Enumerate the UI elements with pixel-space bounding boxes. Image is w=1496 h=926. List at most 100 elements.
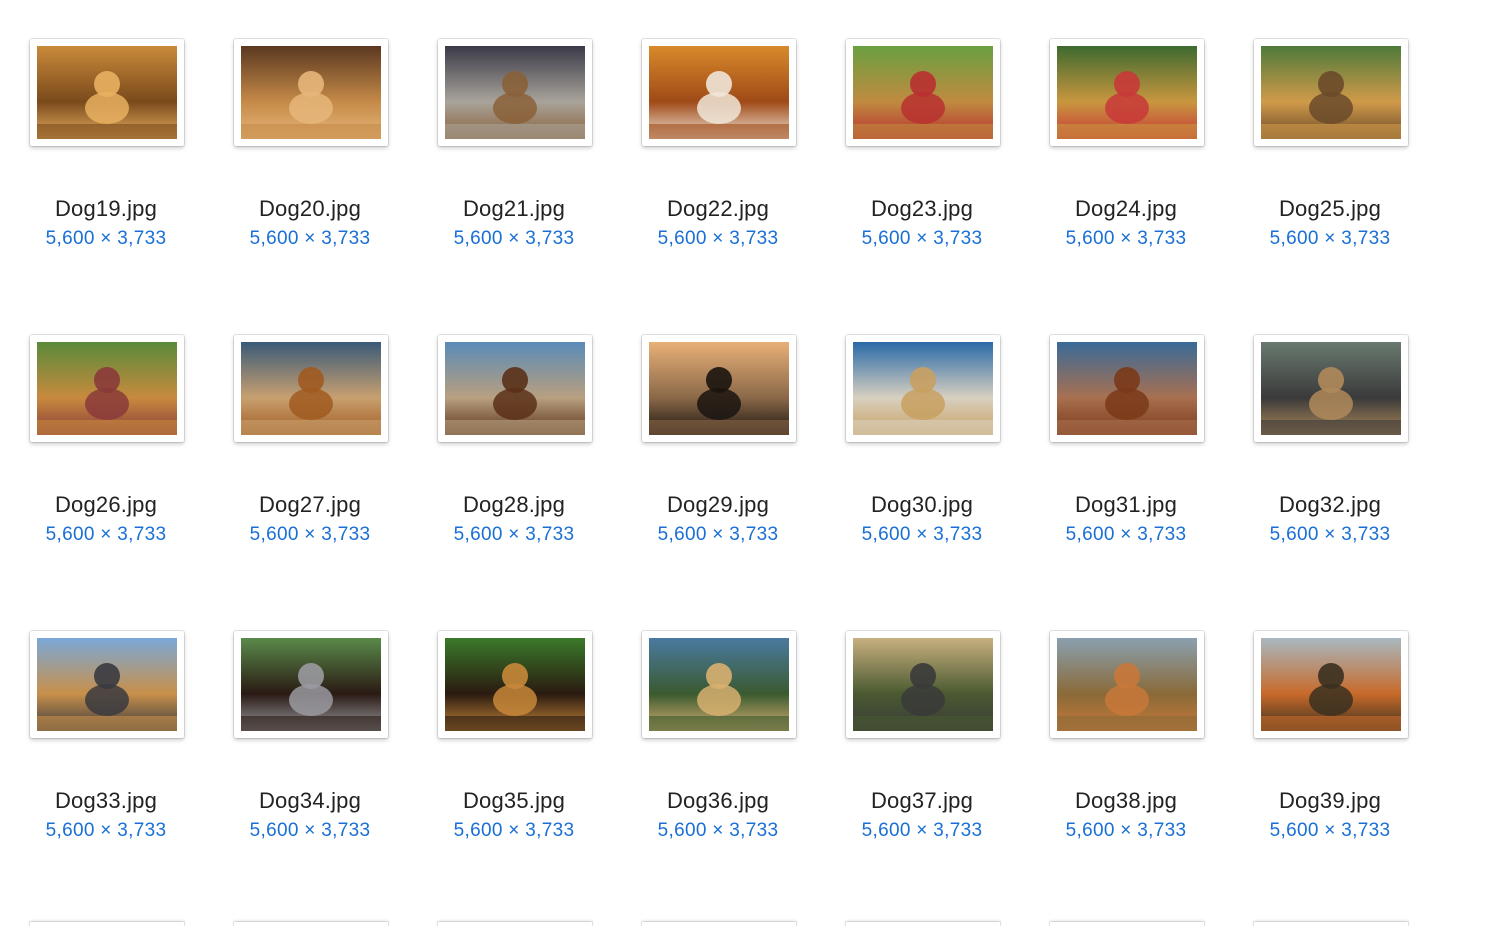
image-thumbnail[interactable] [1254, 631, 1408, 738]
image-thumbnail-icon [853, 342, 993, 435]
file-item[interactable]: Dog23.jpg 5,600 × 3,733 [817, 0, 1021, 296]
file-item[interactable]: Dog28.jpg 5,600 × 3,733 [409, 296, 613, 592]
file-item[interactable]: Dog35.jpg 5,600 × 3,733 [409, 592, 613, 888]
image-dimensions-label: 5,600 × 3,733 [1269, 228, 1391, 249]
file-item[interactable]: Dog32.jpg 5,600 × 3,733 [1225, 296, 1429, 592]
image-dimensions-label: 5,600 × 3,733 [861, 524, 983, 545]
image-thumbnail[interactable] [642, 39, 796, 146]
file-item[interactable]: Dog31.jpg 5,600 × 3,733 [1021, 296, 1225, 592]
image-thumbnail-icon [649, 342, 789, 435]
file-name-label[interactable]: Dog23.jpg [817, 196, 1027, 222]
image-thumbnail-partial[interactable] [846, 922, 1000, 926]
image-dimensions-label: 5,600 × 3,733 [1065, 820, 1187, 841]
image-thumbnail[interactable] [846, 335, 1000, 442]
image-thumbnail-icon [1261, 46, 1401, 139]
file-item[interactable]: Dog21.jpg 5,600 × 3,733 [409, 0, 613, 296]
file-name-label[interactable]: Dog38.jpg [1021, 788, 1231, 814]
image-thumbnail[interactable] [1050, 335, 1204, 442]
image-thumbnail-icon [37, 638, 177, 731]
image-thumbnail-icon [445, 638, 585, 731]
image-thumbnail[interactable] [1254, 335, 1408, 442]
image-thumbnail[interactable] [438, 335, 592, 442]
file-name-label[interactable]: Dog22.jpg [613, 196, 823, 222]
file-name-label[interactable]: Dog39.jpg [1225, 788, 1435, 814]
image-thumbnail-partial[interactable] [1050, 922, 1204, 926]
image-thumbnail[interactable] [234, 335, 388, 442]
file-name-label[interactable]: Dog21.jpg [409, 196, 619, 222]
file-item[interactable]: Dog25.jpg 5,600 × 3,733 [1225, 0, 1429, 296]
image-thumbnail[interactable] [234, 39, 388, 146]
image-dimensions-label: 5,600 × 3,733 [1065, 228, 1187, 249]
image-dimensions-label: 5,600 × 3,733 [657, 228, 779, 249]
file-icon-grid: Dog19.jpg 5,600 × 3,733 Dog20.jpg 5,600 × 3… [0, 0, 1496, 926]
image-thumbnail-partial[interactable] [1254, 922, 1408, 926]
image-thumbnail-icon [1057, 638, 1197, 731]
file-name-label[interactable]: Dog30.jpg [817, 492, 1027, 518]
image-thumbnail[interactable] [846, 631, 1000, 738]
image-dimensions-label: 5,600 × 3,733 [453, 228, 575, 249]
image-dimensions-label: 5,600 × 3,733 [45, 524, 167, 545]
file-item[interactable]: Dog26.jpg 5,600 × 3,733 [1, 296, 205, 592]
image-thumbnail-icon [37, 342, 177, 435]
file-item[interactable]: Dog39.jpg 5,600 × 3,733 [1225, 592, 1429, 888]
image-thumbnail[interactable] [30, 335, 184, 442]
file-name-label[interactable]: Dog35.jpg [409, 788, 619, 814]
file-item[interactable]: Dog29.jpg 5,600 × 3,733 [613, 296, 817, 592]
file-item[interactable]: Dog37.jpg 5,600 × 3,733 [817, 592, 1021, 888]
image-dimensions-label: 5,600 × 3,733 [1269, 820, 1391, 841]
image-thumbnail[interactable] [30, 631, 184, 738]
file-name-label[interactable]: Dog34.jpg [205, 788, 415, 814]
file-name-label[interactable]: Dog25.jpg [1225, 196, 1435, 222]
image-dimensions-label: 5,600 × 3,733 [45, 820, 167, 841]
file-name-label[interactable]: Dog33.jpg [1, 788, 211, 814]
file-item[interactable]: Dog27.jpg 5,600 × 3,733 [205, 296, 409, 592]
image-thumbnail-icon [853, 638, 993, 731]
file-item[interactable]: Dog30.jpg 5,600 × 3,733 [817, 296, 1021, 592]
file-name-label[interactable]: Dog36.jpg [613, 788, 823, 814]
image-dimensions-label: 5,600 × 3,733 [861, 820, 983, 841]
file-name-label[interactable]: Dog20.jpg [205, 196, 415, 222]
image-thumbnail[interactable] [438, 39, 592, 146]
image-thumbnail-partial[interactable] [438, 922, 592, 926]
image-thumbnail-partial[interactable] [234, 922, 388, 926]
file-item[interactable]: Dog34.jpg 5,600 × 3,733 [205, 592, 409, 888]
file-item[interactable]: Dog22.jpg 5,600 × 3,733 [613, 0, 817, 296]
image-thumbnail[interactable] [642, 631, 796, 738]
image-thumbnail[interactable] [30, 39, 184, 146]
file-item[interactable]: Dog38.jpg 5,600 × 3,733 [1021, 592, 1225, 888]
file-name-label[interactable]: Dog32.jpg [1225, 492, 1435, 518]
image-thumbnail[interactable] [234, 631, 388, 738]
image-thumbnail[interactable] [642, 335, 796, 442]
image-thumbnail-icon [445, 342, 585, 435]
image-dimensions-label: 5,600 × 3,733 [657, 820, 779, 841]
file-item[interactable]: Dog36.jpg 5,600 × 3,733 [613, 592, 817, 888]
image-thumbnail[interactable] [438, 631, 592, 738]
file-item[interactable]: Dog19.jpg 5,600 × 3,733 [1, 0, 205, 296]
file-name-label[interactable]: Dog28.jpg [409, 492, 619, 518]
file-name-label[interactable]: Dog37.jpg [817, 788, 1027, 814]
image-dimensions-label: 5,600 × 3,733 [1065, 524, 1187, 545]
image-dimensions-label: 5,600 × 3,733 [453, 820, 575, 841]
file-item[interactable]: Dog20.jpg 5,600 × 3,733 [205, 0, 409, 296]
image-thumbnail[interactable] [1050, 631, 1204, 738]
image-thumbnail[interactable] [846, 39, 1000, 146]
image-thumbnail-partial[interactable] [642, 922, 796, 926]
image-dimensions-label: 5,600 × 3,733 [861, 228, 983, 249]
image-thumbnail[interactable] [1050, 39, 1204, 146]
image-thumbnail-icon [241, 46, 381, 139]
file-name-label[interactable]: Dog29.jpg [613, 492, 823, 518]
file-name-label[interactable]: Dog31.jpg [1021, 492, 1231, 518]
file-item[interactable]: Dog24.jpg 5,600 × 3,733 [1021, 0, 1225, 296]
image-thumbnail[interactable] [1254, 39, 1408, 146]
image-thumbnail-icon [37, 46, 177, 139]
image-thumbnail-icon [1057, 46, 1197, 139]
image-dimensions-label: 5,600 × 3,733 [249, 820, 371, 841]
file-name-label[interactable]: Dog26.jpg [1, 492, 211, 518]
file-name-label[interactable]: Dog24.jpg [1021, 196, 1231, 222]
file-name-label[interactable]: Dog19.jpg [1, 196, 211, 222]
image-thumbnail-icon [853, 46, 993, 139]
image-thumbnail-partial[interactable] [30, 922, 184, 926]
image-thumbnail-icon [649, 638, 789, 731]
file-name-label[interactable]: Dog27.jpg [205, 492, 415, 518]
file-item[interactable]: Dog33.jpg 5,600 × 3,733 [1, 592, 205, 888]
